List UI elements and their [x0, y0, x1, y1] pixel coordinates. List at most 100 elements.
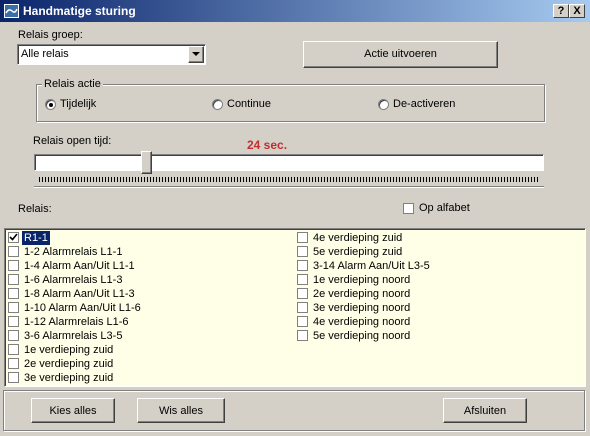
relay-checkbox[interactable]: [8, 372, 19, 383]
relay-list-item[interactable]: 1-10 Alarm Aan/Uit L1-6: [8, 301, 288, 315]
slider-tick: [246, 177, 247, 182]
radio-button[interactable]: [212, 99, 223, 110]
slider-tick: [267, 177, 268, 182]
slider-tick: [204, 177, 205, 182]
relay-checkbox[interactable]: [297, 274, 308, 285]
slider-tick: [285, 177, 286, 182]
help-button[interactable]: ?: [553, 4, 569, 18]
slider-tick: [159, 177, 160, 182]
slider-tick: [309, 177, 310, 182]
slider-tick: [498, 177, 499, 182]
relay-list-item[interactable]: 1-4 Alarm Aan/Uit L1-1: [8, 259, 288, 273]
slider-tick: [81, 177, 82, 182]
slider-tick: [303, 177, 304, 182]
relay-list-item[interactable]: R1-1: [8, 231, 288, 245]
relay-checkbox[interactable]: [297, 302, 308, 313]
relay-action-legend: Relais actie: [42, 78, 103, 90]
relay-checkbox[interactable]: [297, 246, 308, 257]
relay-checkbox[interactable]: [297, 232, 308, 243]
slider-tick: [114, 177, 115, 182]
execute-action-button[interactable]: Actie uitvoeren: [303, 41, 498, 68]
relay-list-item[interactable]: 3e verdieping noord: [297, 301, 577, 315]
slider-tick: [63, 177, 64, 182]
relay-checkbox[interactable]: [8, 302, 19, 313]
relay-checkbox[interactable]: [297, 260, 308, 271]
relay-list-item[interactable]: 4e verdieping zuid: [297, 231, 577, 245]
slider-tick: [279, 177, 280, 182]
dropdown-button[interactable]: [188, 46, 204, 63]
slider-tick: [42, 177, 43, 182]
radio-button[interactable]: [45, 99, 56, 110]
slider-tick: [351, 177, 352, 182]
slider-tick: [462, 177, 463, 182]
slider-tick: [177, 177, 178, 182]
relay-group-select[interactable]: Alle relais: [17, 44, 206, 65]
slider-tick: [102, 177, 103, 182]
relay-list-item[interactable]: 4e verdieping noord: [297, 315, 577, 329]
relay-checkbox[interactable]: [8, 260, 19, 271]
slider-tick: [144, 177, 145, 182]
alphabetic-checkbox[interactable]: Op alfabet: [403, 202, 483, 216]
relay-list-item[interactable]: 3-6 Alarmrelais L3-5: [8, 329, 288, 343]
slider-tick: [105, 177, 106, 182]
slider-tick: [345, 177, 346, 182]
clear-all-button[interactable]: Wis alles: [137, 398, 225, 423]
relay-checkbox[interactable]: [8, 288, 19, 299]
close-window-button[interactable]: X: [569, 4, 585, 18]
slider-tick: [393, 177, 394, 182]
relay-checkbox[interactable]: [8, 330, 19, 341]
relay-list-item[interactable]: 3-14 Alarm Aan/Uit L3-5: [297, 259, 577, 273]
slider-tick: [465, 177, 466, 182]
relay-list-item[interactable]: 1-2 Alarmrelais L1-1: [8, 245, 288, 259]
relay-list-item[interactable]: 3e verdieping zuid: [8, 371, 288, 385]
relay-list-item[interactable]: 1e verdieping noord: [297, 273, 577, 287]
relay-list-item[interactable]: 1e verdieping zuid: [8, 343, 288, 357]
slider-tick: [357, 177, 358, 182]
slider-tick: [156, 177, 157, 182]
relay-list-item[interactable]: 2e verdieping noord: [297, 287, 577, 301]
slider-tick: [477, 177, 478, 182]
relay-item-label: 1e verdieping zuid: [24, 344, 114, 356]
slider-tick: [507, 177, 508, 182]
slider-tick: [222, 177, 223, 182]
relay-list-item[interactable]: 1-8 Alarm Aan/Uit L1-3: [8, 287, 288, 301]
slider-tick: [360, 177, 361, 182]
slider-tick: [342, 177, 343, 182]
relay-checkbox[interactable]: [8, 246, 19, 257]
relay-checkbox[interactable]: [8, 344, 19, 355]
slider-track[interactable]: [34, 154, 544, 171]
relay-checkbox[interactable]: [297, 288, 308, 299]
radio-tijdelijk[interactable]: Tijdelijk: [45, 98, 125, 111]
relay-list-item[interactable]: 5e verdieping zuid: [297, 245, 577, 259]
relay-item-label: 5e verdieping zuid: [313, 246, 403, 258]
slider-tick: [408, 177, 409, 182]
slider-tick: [90, 177, 91, 182]
relay-item-label: 3-14 Alarm Aan/Uit L3-5: [313, 260, 430, 272]
relay-checkbox[interactable]: [8, 316, 19, 327]
relay-list[interactable]: R1-1 1-2 Alarmrelais L1-1 1-4 Alarm Aan/Ui…: [4, 228, 586, 387]
slider-tick: [489, 177, 490, 182]
open-time-label: Relais open tijd:: [33, 135, 112, 147]
relay-list-item[interactable]: 1-12 Alarmrelais L1-6: [8, 315, 288, 329]
radio-button[interactable]: [378, 99, 389, 110]
relay-list-item[interactable]: 5e verdieping noord: [297, 329, 577, 343]
select-all-button[interactable]: Kies alles: [31, 398, 115, 423]
relay-item-label: 1-4 Alarm Aan/Uit L1-1: [24, 260, 135, 272]
relay-checkbox[interactable]: [297, 316, 308, 327]
radio-continue[interactable]: Continue: [212, 98, 292, 111]
relay-checkbox[interactable]: [8, 358, 19, 369]
checkbox[interactable]: [403, 203, 414, 214]
radio-deactiveren[interactable]: De-activeren: [378, 98, 468, 111]
slider-tick: [75, 177, 76, 182]
relay-list-item[interactable]: 1-6 Alarmrelais L1-3: [8, 273, 288, 287]
slider-tick: [258, 177, 259, 182]
relay-checkbox[interactable]: [297, 330, 308, 341]
slider-tick: [480, 177, 481, 182]
slider-tick: [60, 177, 61, 182]
relay-list-item[interactable]: 2e verdieping zuid: [8, 357, 288, 371]
relay-checkbox[interactable]: [8, 232, 19, 243]
close-button[interactable]: Afsluiten: [443, 398, 527, 423]
slider-tick: [438, 177, 439, 182]
relay-checkbox[interactable]: [8, 274, 19, 285]
slider-thumb[interactable]: [140, 151, 152, 174]
